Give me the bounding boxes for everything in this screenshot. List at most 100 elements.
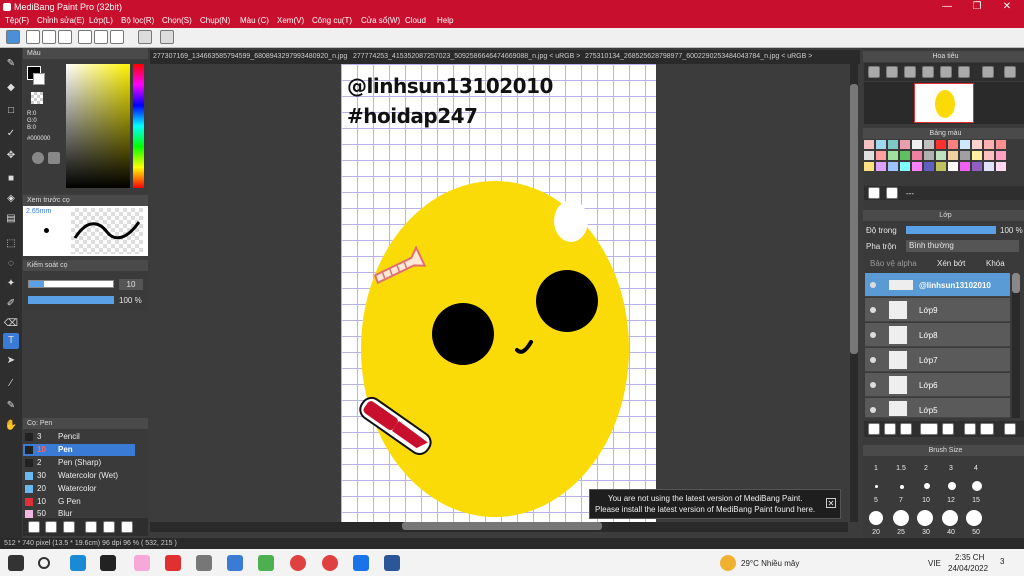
saturation-value-picker[interactable] [66,64,130,188]
weather-text[interactable]: 29°C Nhiều mây [741,559,799,568]
palette-swatch[interactable] [960,151,970,160]
medibang-icon[interactable] [227,555,243,571]
brush-size-value[interactable]: 10 [119,279,143,290]
fit-icon[interactable] [904,66,916,78]
tab-document-1[interactable]: 277307169_134663585794599_68089432979934… [153,53,347,60]
zoom-out-icon[interactable] [886,66,898,78]
grid-icon[interactable] [78,30,92,44]
menu-snap[interactable]: Chụp(N) [200,16,230,25]
duplicate-layer-icon[interactable] [964,423,976,435]
layer-opacity-slider[interactable] [906,226,996,234]
palette-swatch[interactable] [996,140,1006,149]
fill-tool-icon[interactable]: ◈ [3,191,19,207]
palette-swatch[interactable] [900,162,910,171]
layer-item[interactable]: Lớp7 [865,348,1010,372]
chrome-icon[interactable] [290,555,306,571]
palette-swatch[interactable] [984,151,994,160]
maximize-button[interactable]: ❐ [962,0,992,14]
brush-item[interactable]: 20 Watercolor [23,483,135,495]
weather-icon[interactable] [720,555,736,571]
menu-filter[interactable]: Bộ lọc(R) [121,16,154,25]
menu-window[interactable]: Cửa sổ(W) [361,16,400,25]
palette-swatch[interactable] [888,162,898,171]
brush-item[interactable]: 3 Pencil [23,431,135,443]
palette-menu-icon[interactable] [886,187,898,199]
visibility-icon[interactable] [870,357,876,363]
palette-swatch[interactable] [912,162,922,171]
layer-item[interactable]: Lớp6 [865,373,1010,397]
palette-swatch[interactable] [864,162,874,171]
open-file-icon[interactable] [42,30,56,44]
text-tool-icon[interactable]: T [3,333,19,349]
start-icon[interactable] [8,555,24,571]
vertical-scrollbar[interactable] [850,64,858,522]
palette-swatch[interactable] [972,162,982,171]
dot-tool-icon[interactable]: ✓ [3,126,19,142]
taskbar-app-icon[interactable] [258,555,274,571]
palette-swatch[interactable] [876,162,886,171]
notification-line-2[interactable]: Please install the latest version of Med… [595,505,815,514]
palette-swatch[interactable] [936,162,946,171]
palette-swatch[interactable] [912,151,922,160]
clipping-checkbox[interactable]: Xén bớt [937,259,965,268]
operation-tool-icon[interactable]: ➤ [3,353,19,369]
brush-size-grid[interactable]: 1 1.5 2 3 4 5 7 10 12 15 20 25 30 40 50 [864,457,1014,538]
camera-icon[interactable] [196,555,212,571]
brush-item[interactable]: 30 Watercolor (Wet) [23,470,135,482]
visibility-icon[interactable] [870,382,876,388]
menu-cloud[interactable]: Cloud [405,16,426,25]
undo-icon[interactable] [138,30,152,44]
palette-swatch[interactable] [876,151,886,160]
palette-swatch[interactable] [864,140,874,149]
shape-tool-icon[interactable]: ■ [3,171,19,187]
palette-swatch[interactable] [924,162,934,171]
brush-item[interactable]: 2 Pen (Sharp) [23,457,135,469]
menu-color[interactable]: Màu (C) [240,16,269,25]
color-palette-grid[interactable] [864,140,1009,180]
redo-icon[interactable] [160,30,174,44]
palette-swatch[interactable] [936,140,946,149]
new-layer-icon[interactable] [868,423,880,435]
menu-file[interactable]: Tệp(F) [5,16,29,25]
palette-swatch[interactable] [900,140,910,149]
tab-document-3[interactable]: 275310134_268525628798977_60022902534840… [585,53,812,60]
flip-icon[interactable] [1004,66,1016,78]
navigator-viewport[interactable] [914,83,974,123]
visibility-icon[interactable] [870,332,876,338]
brush-item-selected[interactable]: 10 Pen [23,444,135,456]
hue-slider[interactable] [133,64,144,188]
save-icon[interactable] [58,30,72,44]
brush-opacity-slider[interactable] [28,296,114,304]
horizontal-scrollbar[interactable] [150,522,848,532]
palette-swatch[interactable] [900,151,910,160]
background-color-swatch[interactable] [33,73,45,85]
alpha-protect-checkbox[interactable]: Bảo vệ alpha [870,259,917,268]
palette-swatch[interactable] [924,151,934,160]
menu-edit[interactable]: Chỉnh sửa(E) [37,16,85,25]
clock-date[interactable]: 24/04/2022 [948,564,988,573]
brush-menu-icon[interactable] [63,521,75,533]
palette-swatch[interactable] [936,151,946,160]
layer-item[interactable]: Lớp9 [865,298,1010,322]
taskbar-app-icon[interactable] [353,555,369,571]
palette-swatch[interactable] [984,162,994,171]
panel-icon[interactable] [110,30,124,44]
palette-swatch[interactable] [984,140,994,149]
layer-item-active[interactable]: @linhsun13102010 [865,273,1010,297]
hand-tool-icon[interactable]: ✋ [3,418,19,434]
add-brush-alt-icon[interactable] [45,521,57,533]
cloud-icon[interactable] [6,30,20,44]
taskbar-app-icon[interactable] [165,555,181,571]
select-pen-icon[interactable]: ✐ [3,296,19,312]
visibility-icon[interactable] [870,282,876,288]
minimize-button[interactable]: — [932,0,962,14]
eraser-tool-icon[interactable]: ◆ [3,80,19,96]
rotate-left-icon[interactable] [958,66,970,78]
palette-swatch[interactable] [912,140,922,149]
palette-swatch[interactable] [876,140,886,149]
color-wheel-icon[interactable] [32,152,44,164]
frame-tool-icon[interactable]: ✎ [3,398,19,414]
select-tool-icon[interactable]: ⬚ [3,236,19,252]
new-file-icon[interactable] [26,30,40,44]
palette-swatch[interactable] [888,140,898,149]
